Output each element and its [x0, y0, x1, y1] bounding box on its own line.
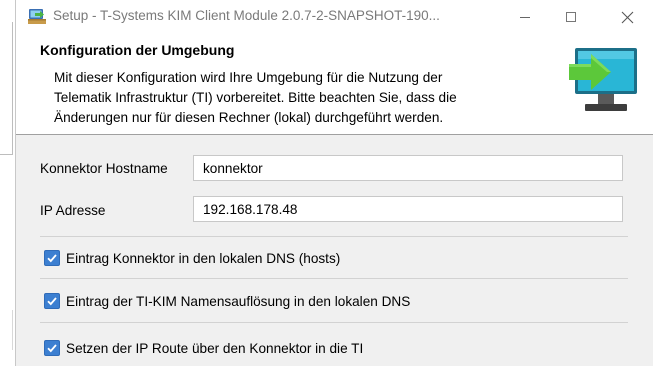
- checkmark-icon: [47, 297, 57, 306]
- connector-hostname-label: Konnektor Hostname: [40, 161, 168, 176]
- description-line: Telematik Infrastruktur (TI) vorbereitet…: [54, 90, 457, 105]
- wizard-content: Konnektor Hostname IP Adresse Eintrag Ko…: [16, 135, 653, 366]
- ti-kim-dns-label: Eintrag der TI-KIM Namensauflösung in de…: [66, 293, 411, 309]
- ip-route-checkbox[interactable]: [44, 340, 60, 356]
- description-line: Mit dieser Konfiguration wird Ihre Umgeb…: [54, 70, 443, 85]
- page-description: Mit dieser Konfiguration wird Ihre Umgeb…: [54, 68, 524, 128]
- close-icon: [621, 11, 633, 23]
- wizard-header: Konfiguration der Umgebung Mit dieser Ko…: [16, 34, 653, 134]
- ip-route-label: Setzen der IP Route über den Konnektor i…: [66, 340, 364, 356]
- window-title: Setup - T-Systems KIM Client Module 2.0.…: [53, 8, 440, 23]
- option-dns-hosts[interactable]: Eintrag Konnektor in den lokalen DNS (ho…: [44, 250, 340, 266]
- option-ip-route[interactable]: Setzen der IP Route über den Konnektor i…: [44, 340, 363, 356]
- checkmark-icon: [47, 344, 57, 353]
- setup-window: Setup - T-Systems KIM Client Module 2.0.…: [15, 0, 653, 366]
- computer-monitor-arrow-icon: [569, 48, 637, 111]
- minimize-icon: [520, 17, 530, 18]
- divider: [40, 236, 628, 237]
- ip-address-label: IP Adresse: [40, 203, 106, 218]
- background-window-edge: [0, 22, 13, 155]
- dns-hosts-label: Eintrag Konnektor in den lokalen DNS (ho…: [66, 250, 341, 266]
- connector-hostname-input[interactable]: [193, 155, 623, 181]
- ip-address-input[interactable]: [193, 196, 623, 222]
- title-bar[interactable]: Setup - T-Systems KIM Client Module 2.0.…: [16, 0, 653, 34]
- page-title: Konfiguration der Umgebung: [40, 42, 235, 58]
- maximize-button[interactable]: [548, 0, 594, 34]
- ti-kim-dns-checkbox[interactable]: [44, 293, 60, 309]
- description-line: Änderungen nur für diesen Rechner (lokal…: [54, 110, 444, 125]
- close-button[interactable]: [604, 0, 650, 34]
- dns-hosts-checkbox[interactable]: [44, 250, 60, 266]
- maximize-icon: [566, 12, 576, 22]
- divider: [40, 322, 628, 323]
- option-ti-kim-dns[interactable]: Eintrag der TI-KIM Namensauflösung in de…: [44, 293, 410, 309]
- background-window-edge-lower: [0, 310, 13, 350]
- minimize-button[interactable]: [502, 0, 548, 34]
- setup-installer-icon: [28, 9, 46, 24]
- checkmark-icon: [47, 254, 57, 263]
- divider: [40, 278, 628, 279]
